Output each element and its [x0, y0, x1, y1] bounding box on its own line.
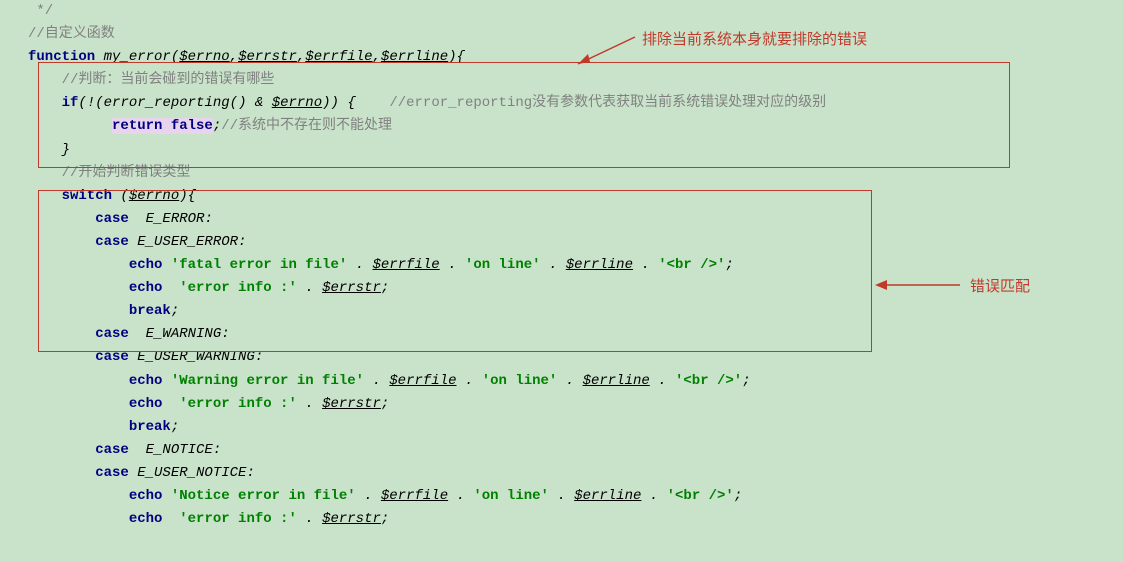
code-line: break; — [28, 300, 1123, 323]
code-line: case E_USER_ERROR: — [28, 231, 1123, 254]
code-line: case E_WARNING: — [28, 323, 1123, 346]
annotation-top: 排除当前系统本身就要排除的错误 — [642, 28, 867, 53]
code-line: */ — [28, 0, 1123, 23]
code-block: */ //自定义函数 function my_error($errno,$err… — [0, 0, 1123, 531]
code-line: if(!(error_reporting() & $errno)) { //er… — [28, 92, 1123, 115]
code-line: case E_NOTICE: — [28, 439, 1123, 462]
code-line: break; — [28, 416, 1123, 439]
code-line: echo 'error info :' . $errstr; — [28, 393, 1123, 416]
code-line: echo 'Notice error in file' . $errfile .… — [28, 485, 1123, 508]
code-line: echo 'Warning error in file' . $errfile … — [28, 370, 1123, 393]
code-line: echo 'error info :' . $errstr; — [28, 277, 1123, 300]
code-line: case E_USER_WARNING: — [28, 346, 1123, 369]
code-line: echo 'error info :' . $errstr; — [28, 508, 1123, 531]
code-line: //自定义函数 — [28, 23, 1123, 46]
code-line: //开始判断错误类型 — [28, 162, 1123, 185]
code-line: case E_USER_NOTICE: — [28, 462, 1123, 485]
code-line: return false;//系统中不存在则不能处理 — [28, 115, 1123, 138]
code-line: } — [28, 139, 1123, 162]
code-line: //判断：当前会碰到的错误有哪些 — [28, 69, 1123, 92]
code-line: function my_error($errno,$errstr,$errfil… — [28, 46, 1123, 69]
code-line: case E_ERROR: — [28, 208, 1123, 231]
code-line: echo 'fatal error in file' . $errfile . … — [28, 254, 1123, 277]
code-line: switch ($errno){ — [28, 185, 1123, 208]
annotation-right: 错误匹配 — [970, 275, 1030, 300]
